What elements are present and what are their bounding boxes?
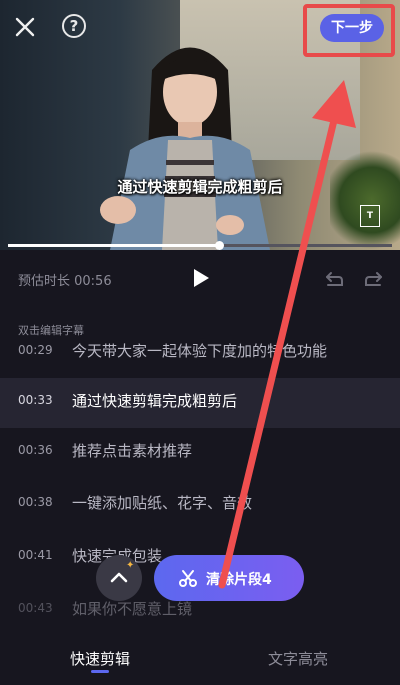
- row-time: 00:43: [18, 601, 53, 615]
- row-text: 一键添加贴纸、花字、音效: [72, 494, 253, 512]
- row-text: 如果你不愿意上镜: [72, 600, 193, 618]
- list-item[interactable]: 00:38 一键添加贴纸、花字、音效: [0, 480, 400, 530]
- next-step-button[interactable]: 下一步: [320, 14, 384, 42]
- row-time: 00:36: [18, 443, 53, 457]
- video-subtitle[interactable]: 通过快速剪辑完成粗剪后: [0, 176, 400, 197]
- edit-hint: 双击编辑字幕: [18, 324, 84, 337]
- row-time: 00:41: [18, 548, 53, 562]
- chevron-up-icon: [110, 572, 128, 583]
- tab-indicator: [91, 670, 109, 673]
- text-toggle-icon[interactable]: T: [360, 205, 380, 227]
- video-plant: [330, 150, 400, 250]
- estimated-duration: 预估时长 00:56: [18, 274, 112, 289]
- row-time: 00:38: [18, 495, 53, 509]
- video-person: [100, 47, 270, 250]
- redo-icon[interactable]: [364, 270, 384, 288]
- play-icon[interactable]: [192, 268, 210, 288]
- row-time: 00:33: [18, 393, 53, 407]
- progress-fill: [8, 244, 220, 247]
- close-icon[interactable]: [12, 14, 38, 40]
- tab-text-highlight[interactable]: 文字高亮: [268, 648, 328, 669]
- row-time: 00:29: [18, 343, 53, 357]
- help-icon[interactable]: ?: [62, 14, 86, 38]
- progress-bar[interactable]: [8, 241, 392, 250]
- row-text: 通过快速剪辑完成粗剪后: [72, 392, 238, 410]
- list-item[interactable]: 00:33 通过快速剪辑完成粗剪后: [0, 378, 400, 428]
- video-preview[interactable]: ? 下一步 通过快速剪辑完成粗剪后 T: [0, 0, 400, 250]
- clear-clips-button[interactable]: 清除片段4: [154, 555, 304, 601]
- row-text: 今天带大家一起体验下度加的特色功能: [72, 342, 328, 360]
- list-item[interactable]: 00:36 推荐点击素材推荐: [0, 428, 400, 478]
- clear-clips-label: 清除片段4: [206, 572, 272, 588]
- expand-up-button[interactable]: [96, 555, 142, 601]
- row-text: 推荐点击素材推荐: [72, 442, 193, 460]
- scissors-icon: [179, 570, 197, 587]
- tab-quick-edit[interactable]: 快速剪辑: [70, 648, 130, 669]
- bottom-tabs: 快速剪辑 文字高亮: [0, 630, 400, 685]
- sparkle-icon: ✦: [126, 560, 135, 571]
- undo-icon[interactable]: [324, 270, 344, 288]
- list-item[interactable]: 00:29 今天带大家一起体验下度加的特色功能: [0, 340, 400, 378]
